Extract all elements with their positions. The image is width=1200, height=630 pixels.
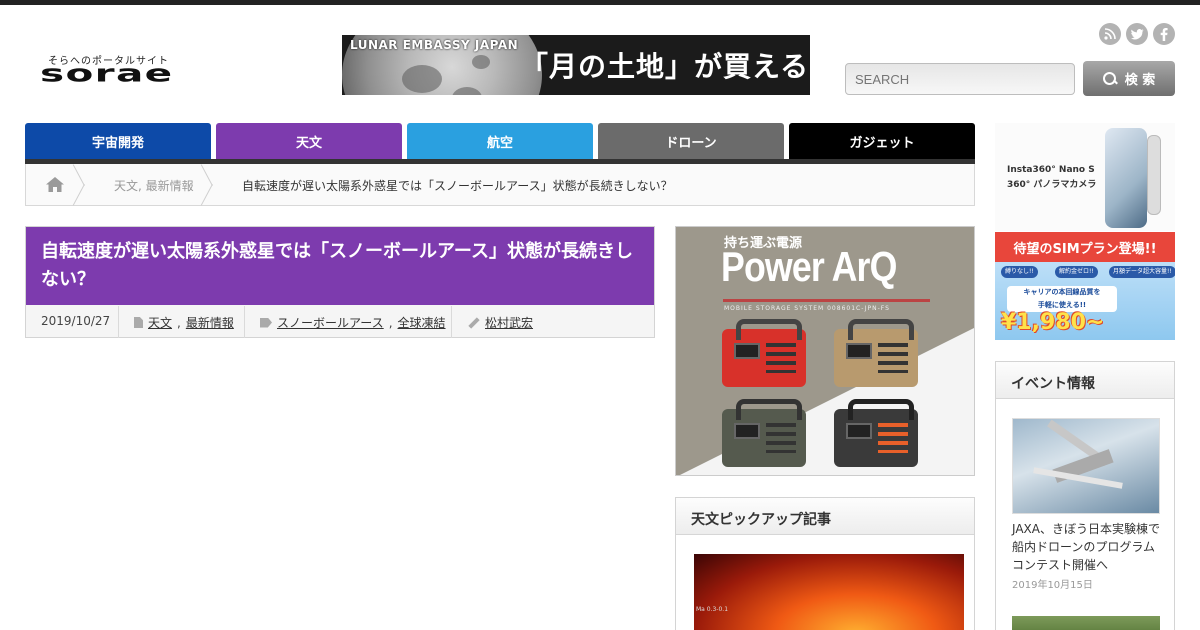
widget-title: イベント情報 <box>996 362 1174 399</box>
power-ad-model: MOBILE STORAGE SYSTEM 008601C-JPN-FS <box>724 305 890 312</box>
article-title: 自転速度が遅い太陽系外惑星では「スノーボールアース」状態が長続きしない？ <box>26 227 654 305</box>
breadcrumb-separator <box>212 164 226 205</box>
lunar-embassy-banner[interactable]: LUNAR EMBASSY JAPAN 「月の土地」が買える！ <box>342 35 810 95</box>
camera-image <box>1147 135 1161 215</box>
banner-headline: 「月の土地」が買える！ <box>520 50 810 83</box>
event-article-image[interactable] <box>1012 418 1160 514</box>
breadcrumb-separator <box>84 164 98 205</box>
power-arq-ad[interactable]: 持ち運ぶ電源 Power ArQ MOBILE STORAGE SYSTEM 0… <box>675 226 975 476</box>
nav-item-aviation[interactable]: 航空 <box>407 123 593 159</box>
sim-ad-copy-line1: キャリアの本回線品質を <box>1023 288 1101 296</box>
twitter-icon[interactable] <box>1126 23 1148 45</box>
power-station-olive <box>722 399 806 467</box>
event-article-date: 2019年10月15日 <box>1012 580 1093 591</box>
sim-ad-headline: 待望のSIMプラン登場!! <box>995 232 1175 262</box>
article-author: 松村武宏 <box>468 314 533 331</box>
article-categories: 天文, 最新情報 <box>134 314 234 331</box>
search-button[interactable]: 検 索 <box>1083 61 1175 96</box>
logo-wordmark: sorae <box>40 60 174 88</box>
insta-ad-text: Insta360° Nano S 360° パノラマカメラ <box>1007 163 1096 193</box>
event-article-image[interactable] <box>1012 616 1160 630</box>
breadcrumb-category[interactable]: 天文, 最新情報 <box>114 177 194 194</box>
pickup-image-label: Ma 0.3-0.1 <box>696 606 729 613</box>
power-station-red <box>722 319 806 387</box>
category-icon <box>134 317 143 328</box>
astronomy-pickup-widget: 天文ピックアップ記事 Ma 0.3-0.1 <box>675 497 975 630</box>
sim-ad-price: ¥1,980~ <box>1001 310 1105 335</box>
event-article-title[interactable]: JAXA、きぼう日本実験棟で船内ドローンのプログラムコンテスト開催へ <box>1012 520 1162 574</box>
sim-ad-pill: 縛りなし!! <box>1001 266 1038 278</box>
nav-label: ガジェット <box>849 135 915 151</box>
tag-icon <box>260 317 272 328</box>
sim-ad-copy: キャリアの本回線品質を 手軽に使える!! <box>1007 286 1117 312</box>
tag-link-global-freeze[interactable]: 全球凍結 <box>398 314 446 331</box>
category-link-latest[interactable]: 最新情報 <box>186 314 234 331</box>
meta-divider <box>118 306 119 338</box>
sim-plan-ad[interactable]: 待望のSIMプラン登場!! 縛りなし!! 解約金ゼロ!! 月額データ超大容量!!… <box>995 232 1175 340</box>
article-tags: スノーボールアース, 全球凍結 <box>260 314 446 331</box>
pickup-article-image[interactable]: Ma 0.3-0.1 <box>694 554 964 630</box>
author-link[interactable]: 松村武宏 <box>485 314 533 331</box>
nav-label: 航空 <box>486 135 513 151</box>
facebook-icon[interactable] <box>1153 23 1175 45</box>
nav-label: 宇宙開発 <box>91 135 144 151</box>
tag-link-snowball-earth[interactable]: スノーボールアース <box>277 314 384 331</box>
category-link-astronomy[interactable]: 天文 <box>148 314 172 331</box>
sim-ad-pill: 解約金ゼロ!! <box>1055 266 1098 278</box>
nav-item-astronomy[interactable]: 天文 <box>216 123 402 159</box>
meta-divider <box>451 306 452 338</box>
article-header: 自転速度が遅い太陽系外惑星では「スノーボールアース」状態が長続きしない？ 201… <box>25 226 655 338</box>
power-ad-name: Power ArQ <box>721 243 897 290</box>
insta-ad-line2: 360° パノラマカメラ <box>1007 180 1097 190</box>
events-widget: イベント情報 JAXA、きぼう日本実験棟で船内ドローンのプログラムコンテスト開催… <box>995 361 1175 630</box>
power-ad-rule <box>723 299 930 302</box>
breadcrumb-current: 自転速度が遅い太陽系外惑星では「スノーボールアース」状態が長続きしない？ <box>242 179 673 193</box>
nav-item-gadget[interactable]: ガジェット <box>789 123 975 159</box>
pencil-icon <box>468 316 480 329</box>
search-input[interactable] <box>845 63 1075 95</box>
nav-item-drone[interactable]: ドローン <box>598 123 784 159</box>
article-date: 2019/10/27 <box>41 314 110 328</box>
search-icon <box>1102 71 1117 86</box>
nav-item-space-development[interactable]: 宇宙開発 <box>25 123 211 159</box>
power-station-tan <box>834 319 918 387</box>
meta-divider <box>244 306 245 338</box>
nav-label: ドローン <box>665 135 717 151</box>
banner-brand: LUNAR EMBASSY JAPAN <box>350 38 519 52</box>
date-text: 2019/10/27 <box>41 314 111 328</box>
sim-ad-copy-line2: 手軽に使える!! <box>1037 301 1087 309</box>
insta360-ad[interactable]: Insta360° Nano S 360° パノラマカメラ <box>995 123 1175 231</box>
insta-ad-line1: Insta360° Nano S <box>1007 165 1095 175</box>
rss-icon[interactable] <box>1099 23 1121 45</box>
home-icon <box>46 177 64 192</box>
top-bar <box>0 0 1200 5</box>
phone-image <box>1105 128 1147 228</box>
widget-title: 天文ピックアップ記事 <box>676 498 974 535</box>
site-logo[interactable]: そらへのポータルサイト sorae <box>40 52 180 92</box>
sim-ad-pill: 月額データ超大容量!! <box>1109 266 1175 278</box>
nav-label: 天文 <box>295 135 322 151</box>
search-button-label: 検 索 <box>1124 73 1156 88</box>
power-station-black <box>834 399 918 467</box>
breadcrumb: 天文, 最新情報 自転速度が遅い太陽系外惑星では「スノーボールアース」状態が長続… <box>25 164 975 206</box>
